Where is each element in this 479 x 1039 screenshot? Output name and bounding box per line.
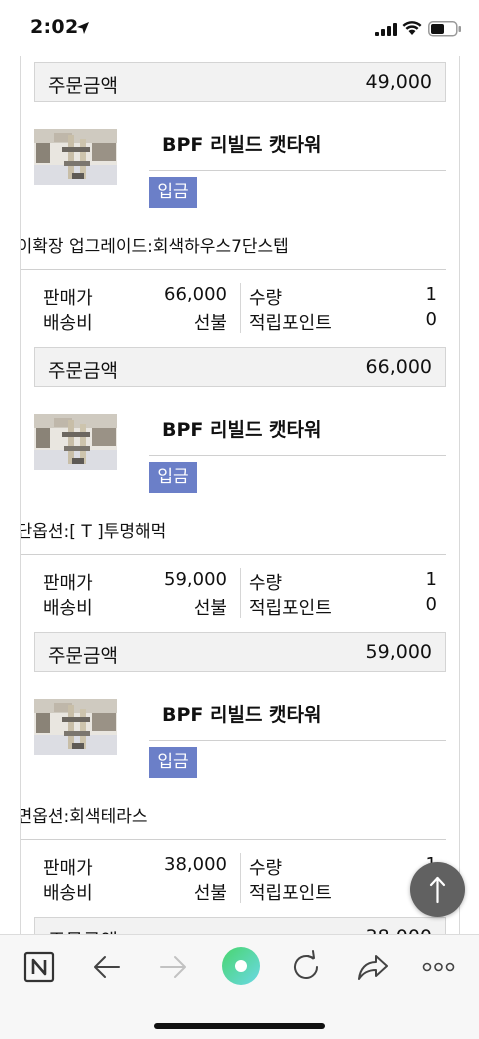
column-separator [240,853,241,903]
scroll-to-top-button[interactable] [410,862,465,917]
quantity-label: 수량 [249,288,283,309]
shipping-label: 배송비 [43,598,93,619]
divider [21,554,446,555]
product-thumbnail[interactable] [34,414,117,470]
order-total-value: 49,000 [365,71,432,93]
wifi-icon [402,21,422,35]
order-total-label: 주문금액 [48,645,118,667]
naver-n-icon[interactable] [22,947,56,987]
divider [149,740,446,741]
product-image [34,699,117,755]
divider [21,839,446,840]
forward-arrow-icon[interactable] [156,947,190,987]
payment-status-badge: 입금 [149,747,197,778]
order-total-row: 주문금액 38,000 [34,917,446,934]
quantity-value: 1 [425,284,437,305]
location-arrow-icon [77,22,89,34]
divider [149,455,446,456]
share-icon[interactable] [356,947,390,987]
order-total-label: 주문금액 [48,75,118,97]
product-name[interactable]: BPF 리빌드 캣타워 [162,130,322,157]
price-label: 판매가 [43,858,93,879]
order-total-row: 주문금액 66,000 [34,347,446,387]
points-value: 0 [425,309,437,330]
shipping-label: 배송비 [43,313,93,334]
product-option: 상단옵션:[ T ]투명해먹 [21,522,167,542]
status-bar: 2:02 [0,0,479,56]
green-dot-icon[interactable] [219,944,263,988]
order-total-value: 66,000 [365,356,432,378]
status-time: 2:02 [30,16,79,38]
points-label: 적립포인트 [249,313,332,334]
shipping-label: 배송비 [43,883,93,904]
price-value: 59,000 [164,569,227,590]
divider [21,269,446,270]
quantity-value: 1 [425,569,437,590]
shipping-value: 선불 [193,598,227,619]
order-total-value: 59,000 [365,641,432,663]
order-total-value: 38,000 [366,926,432,934]
reload-icon[interactable] [290,947,324,987]
product-name[interactable]: BPF 리빌드 캣타워 [162,415,322,442]
home-indicator[interactable] [154,1023,325,1029]
back-arrow-icon[interactable] [90,947,124,987]
shipping-value: 선불 [193,313,227,334]
quantity-label: 수량 [249,573,283,594]
product-image [34,414,117,470]
product-thumbnail[interactable] [34,699,117,755]
payment-status-badge: 입금 [149,177,197,208]
points-label: 적립포인트 [249,598,332,619]
column-separator [240,568,241,618]
order-total-row: 주문금액 59,000 [34,632,446,672]
order-total-label: 주문금액 [48,926,118,934]
product-image [34,129,117,185]
more-icon[interactable] [422,947,456,987]
divider [149,170,446,171]
order-total-label: 주문금액 [48,360,118,382]
product-option: 높이확장 업그레이드:회색하우스7단스텝 [20,237,289,257]
points-label: 적립포인트 [249,883,332,904]
price-value: 38,000 [164,854,227,875]
points-value: 0 [425,594,437,615]
product-name[interactable]: BPF 리빌드 캣타워 [162,700,322,727]
arrow-up-icon [429,876,446,904]
quantity-label: 수량 [249,858,283,879]
product-thumbnail[interactable] [34,129,117,185]
cellular-signal-icon [375,23,397,36]
price-label: 판매가 [43,573,93,594]
price-label: 판매가 [43,288,93,309]
battery-icon [428,21,461,37]
payment-status-badge: 입금 [149,462,197,493]
browser-toolbar [0,934,479,1039]
product-option: 측면옵션:회색테라스 [21,807,148,827]
order-total-row: 주문금액 49,000 [34,62,446,102]
price-value: 66,000 [164,284,227,305]
column-separator [240,283,241,333]
shipping-value: 선불 [193,883,227,904]
order-list-frame[interactable]: 주문금액 49,000 BPF 리빌드 캣타워 입금 높이확장 업그레이드:회색… [20,56,460,934]
